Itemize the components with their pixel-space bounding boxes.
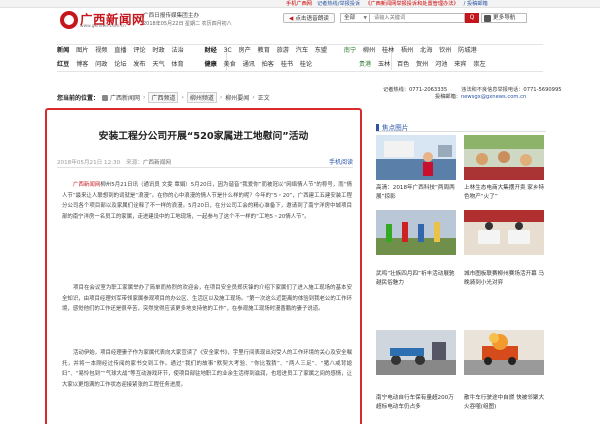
- nav-item-weather[interactable]: 天气: [152, 61, 164, 69]
- nav-item-education[interactable]: 教育: [258, 47, 270, 55]
- focus-caption-4[interactable]: 城市图板联赛柳州赛场活开幕 马晚骑到小光对弈: [464, 270, 546, 288]
- article-source[interactable]: 广西新闻网: [143, 160, 171, 166]
- nav-item-comment[interactable]: 评论: [133, 47, 145, 55]
- focus-photo-4[interactable]: [464, 210, 544, 255]
- chevron-down-icon: ▼: [363, 16, 367, 21]
- focus-caption-1[interactable]: 高清：2018年广西科技“两周两展”掠影: [376, 184, 458, 202]
- nav-item-guigang[interactable]: 贵港: [359, 61, 371, 69]
- focus-photo-5[interactable]: [376, 330, 456, 375]
- nav-item-wenzheng[interactable]: 问政: [95, 61, 107, 69]
- nav-row-1: 新闻 图片 视频 直播 评论 时政 法治 财经 3C 房产 教育 旅游 汽车 东…: [57, 47, 483, 55]
- breadcrumb-item-current: 正文: [257, 95, 270, 102]
- search-input[interactable]: [370, 13, 465, 23]
- breadcrumb-lead: 您当前的位置：: [57, 95, 100, 102]
- speaker-icon: ◀: [289, 16, 294, 22]
- search-scope-select[interactable]: 全部 ▼: [340, 13, 370, 23]
- nav-item-video[interactable]: 视频: [95, 47, 107, 55]
- nav-item-3c[interactable]: 3C: [224, 47, 232, 55]
- nav-item-guilin[interactable]: 桂林: [382, 47, 394, 55]
- voice-read-button[interactable]: ◀ 点击语音朗读: [283, 13, 335, 23]
- breadcrumb-item-liuzhou-news[interactable]: 柳州要闻: [225, 93, 249, 102]
- nav-item-health[interactable]: 健康: [204, 61, 216, 69]
- submit-email-link[interactable]: / 投稿邮箱: [464, 0, 488, 8]
- nav-item-nanning[interactable]: 南宁: [344, 47, 356, 55]
- header-date: 2018年05月22日 星期二 农历四月初八: [143, 21, 232, 27]
- nav-item-hechi[interactable]: 河池: [435, 61, 447, 69]
- breadcrumb-item-home[interactable]: 广西新闻网: [110, 93, 140, 102]
- focus-photo-2[interactable]: [464, 135, 544, 180]
- grid-icon: [484, 15, 491, 22]
- article-meta: 2018年05月21日 12:30 来源：广西新闻网: [57, 160, 171, 166]
- top-links: 手机广西网 记者热线/举报投诉 《广西新闻网举报投诉和处置管理办法》 / 投稿邮…: [286, 0, 488, 8]
- mobile-site-link[interactable]: 手机广西网: [286, 0, 312, 8]
- focus-photo-3[interactable]: [376, 210, 456, 255]
- report-hotline-link[interactable]: 记者热线/举报投诉: [317, 0, 360, 8]
- report-rules-link[interactable]: 《广西新闻网举报投诉和处置管理办法》: [365, 0, 458, 8]
- focus-photo-1[interactable]: [376, 135, 456, 180]
- nav-item-wuzhou[interactable]: 梧州: [401, 47, 413, 55]
- logo-icon[interactable]: [60, 11, 78, 29]
- nav-item-chongzuo[interactable]: 崇左: [473, 61, 485, 69]
- search-button[interactable]: Q: [465, 13, 479, 23]
- meta-divider: [57, 167, 353, 168]
- focus-caption-5[interactable]: 南宁电动自行车保有量超200万 超标电动车仍占多: [376, 394, 458, 412]
- focus-caption-3[interactable]: 武鸣“壮族四月四”祈丰活动展驰越民俗魅力: [376, 270, 458, 288]
- submit-email[interactable]: newsgx@gxnews.com.cn: [461, 94, 526, 100]
- article-date: 2018年05月21日 12:30: [57, 160, 121, 166]
- nav-item-hezhou[interactable]: 贺州: [416, 61, 428, 69]
- nav-item-forum[interactable]: 论坛: [114, 61, 126, 69]
- article-title: 安装工程分公司开展“520家属进工地慰问”活动: [98, 131, 309, 142]
- nav-item-house[interactable]: 房产: [238, 47, 250, 55]
- article-paragraph-1: 广西新闻网柳州5月21日讯（通讯员 文雯 覃娟）5月20日，因为谐音“我爱你”而…: [62, 182, 352, 221]
- breadcrumb: 您当前的位置： 广西新闻网 › 广西频道 › 柳州频道 › 柳州要闻 › 正文: [57, 92, 270, 103]
- focus-caption-6[interactable]: 散牛车行驶途中自燃 快被邻聚大火吞噬(组图): [464, 394, 546, 412]
- nav-item-law[interactable]: 法治: [171, 47, 183, 55]
- nav-item-food[interactable]: 美食: [224, 61, 236, 69]
- section-marker-icon: [376, 123, 379, 131]
- nav-item-baise[interactable]: 百色: [397, 61, 409, 69]
- nav-item-qinzhou[interactable]: 钦州: [439, 47, 451, 55]
- nav-item-finance[interactable]: 财经: [204, 47, 216, 55]
- nav-item-liuzhou[interactable]: 柳州: [363, 47, 375, 55]
- site-logo-url: www.gxnews.com.cn: [80, 24, 126, 29]
- nav-item-news[interactable]: 新闻: [57, 47, 69, 55]
- nav-item-beihai[interactable]: 北海: [420, 47, 432, 55]
- nav-item-release[interactable]: 发布: [133, 61, 145, 69]
- report-phone: 0771-5690995: [523, 87, 562, 93]
- nav-item-travel[interactable]: 旅游: [277, 47, 289, 55]
- nav-item-live[interactable]: 直播: [114, 47, 126, 55]
- nav-item-photos[interactable]: 图片: [76, 47, 88, 55]
- breadcrumb-item-guangxi[interactable]: 广西频道: [148, 92, 179, 103]
- nav-item-paike[interactable]: 拍客: [262, 61, 274, 69]
- home-icon: [102, 94, 109, 101]
- focus-photo-6[interactable]: [464, 330, 544, 375]
- focus-caption-2[interactable]: 上林生态电商大集摆开卖 家乡特色物产“火了”: [464, 184, 546, 202]
- more-nav-button[interactable]: 更多导航: [481, 13, 527, 23]
- nav-item-auto[interactable]: 汽车: [296, 47, 308, 55]
- breadcrumb-item-liuzhou[interactable]: 柳州频道: [186, 92, 217, 103]
- nav-item-hongdou[interactable]: 红豆: [57, 61, 69, 69]
- article-paragraph-2: 项目在会议室为职工家属举办了简单而热烈的欢迎会，在项目安全员郑庆锋的介绍下家属们…: [62, 285, 352, 313]
- hotline-info: 记者热线：0771-2063335 违法和不良信息举报电话：0771-569099…: [383, 87, 562, 100]
- source-link[interactable]: 广西新闻网: [73, 182, 100, 188]
- nav-item-telecom[interactable]: 通讯: [243, 61, 255, 69]
- nav-item-yulin[interactable]: 玉林: [378, 61, 390, 69]
- hotline-phone: 0771-2063335: [408, 87, 448, 93]
- mobile-read-link[interactable]: 手机阅读: [329, 157, 353, 166]
- nav-item-laibin[interactable]: 来宾: [454, 61, 466, 69]
- nav-item-politics[interactable]: 时政: [152, 47, 164, 55]
- focus-divider: [376, 131, 546, 132]
- nav-item-asean[interactable]: 东盟: [315, 47, 327, 55]
- article-paragraph-3: 活动伊始，项目经理妻子作为家属代表向大家宣读了《安全家书》，宇里行间表现出对受人…: [62, 350, 352, 389]
- nav-item-guilun[interactable]: 桂论: [300, 61, 312, 69]
- nav-item-guishu[interactable]: 桂书: [281, 61, 293, 69]
- nav-row-2: 红豆 博客 问政 论坛 发布 天气 体育 健康 美食 通讯 拍客 桂书 桂论 贵…: [57, 61, 492, 69]
- nav-item-sports[interactable]: 体育: [171, 61, 183, 69]
- report-label: 违法和不良信息举报电话：: [461, 87, 524, 93]
- nav-item-fangchenggang[interactable]: 防城港: [458, 47, 477, 55]
- nav-item-blog[interactable]: 博客: [76, 61, 88, 69]
- organizer-text: 广西日报传媒集团主办: [143, 13, 199, 19]
